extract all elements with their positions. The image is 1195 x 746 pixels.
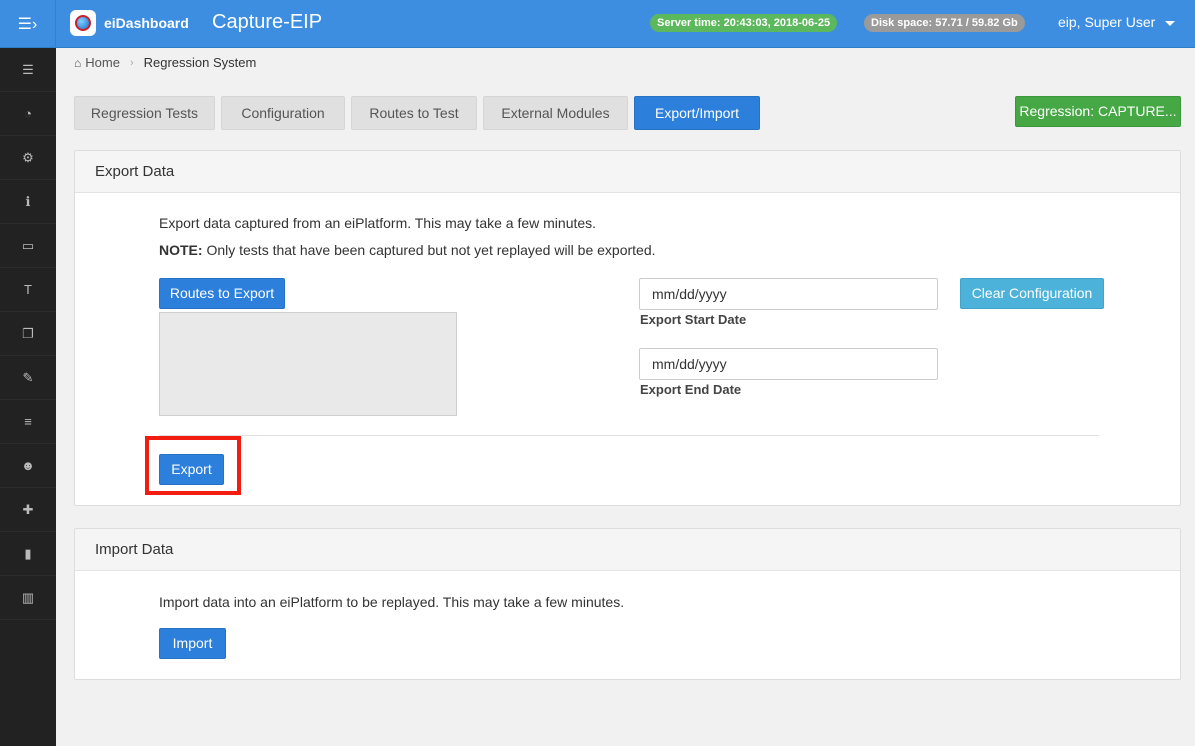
breadcrumb-home-label: Home	[85, 55, 120, 70]
export-end-date-label: Export End Date	[640, 382, 742, 397]
export-description: Export data captured from an eiPlatform.…	[159, 215, 597, 231]
tab-regression-tests[interactable]: Regression Tests	[74, 96, 215, 130]
sidebar-item-bar-chart[interactable]: ▥	[0, 576, 56, 620]
export-end-date-input[interactable]	[639, 348, 938, 380]
divider	[159, 435, 1099, 436]
info-icon: ℹ	[25, 193, 31, 209]
user-menu[interactable]: eip, Super User	[1058, 14, 1176, 30]
chevron-right-icon: ›	[129, 56, 134, 69]
brand[interactable]: eiDashboard	[70, 10, 189, 36]
list-icon: ☰	[22, 61, 34, 77]
menu-toggle-button[interactable]: ☰›	[0, 0, 56, 48]
tab-external-modules[interactable]: External Modules	[483, 96, 628, 130]
export-button[interactable]: Export	[159, 454, 224, 485]
top-navbar: ☰› eiDashboard Capture-EIP Server time: …	[0, 0, 1195, 48]
home-icon: ⌂	[74, 55, 82, 70]
file-icon: ▮	[24, 545, 32, 561]
caret-down-icon	[1165, 20, 1176, 26]
puzzle-icon: ✚	[22, 501, 34, 517]
export-start-date-label: Export Start Date	[640, 312, 747, 327]
app-title: Capture-EIP	[212, 11, 323, 33]
sidebar-item-cogs[interactable]: ⚙	[0, 136, 56, 180]
tab-routes-to-test[interactable]: Routes to Test	[351, 96, 477, 130]
tab-export-import[interactable]: Export/Import	[634, 96, 760, 130]
export-start-date-input[interactable]	[639, 278, 938, 310]
routes-list-box[interactable]	[159, 312, 457, 416]
breadcrumb-current: Regression System	[143, 55, 257, 70]
desktop-icon: ▭	[21, 237, 35, 253]
clear-configuration-button[interactable]: Clear Configuration	[960, 278, 1104, 309]
bar-chart-icon: ▥	[21, 589, 35, 605]
users-icon: ☻	[21, 458, 35, 473]
server-time-badge: Server time: 20:43:03, 2018-06-25	[650, 14, 838, 32]
sidebar: ☰ ◔ ⚙ ℹ ▭ T ❐ ✎ ≡ ☻ ✚ ▮ ▥	[0, 48, 56, 746]
sidebar-item-list-ul[interactable]: ≡	[0, 400, 56, 444]
brand-logo-icon	[70, 10, 96, 36]
note-label: NOTE:	[159, 242, 203, 258]
breadcrumb-home[interactable]: ⌂ Home	[74, 55, 120, 70]
edit-icon: ✎	[22, 369, 34, 385]
note-text: Only tests that have been captured but n…	[202, 242, 656, 258]
export-panel-title: Export Data	[75, 151, 1180, 193]
dashboard-icon: ◔	[24, 106, 32, 121]
import-description: Import data into an eiPlatform to be rep…	[159, 594, 625, 610]
list-ul-icon: ≡	[24, 414, 32, 429]
sidebar-item-copy[interactable]: ❐	[0, 312, 56, 356]
text-icon: T	[24, 282, 32, 297]
import-panel-title: Import Data	[75, 529, 1180, 571]
hamburger-icon: ☰›	[17, 16, 38, 33]
sidebar-item-file[interactable]: ▮	[0, 532, 56, 576]
routes-to-export-button[interactable]: Routes to Export	[159, 278, 285, 309]
sidebar-item-edit[interactable]: ✎	[0, 356, 56, 400]
breadcrumb: ⌂ Home › Regression System	[74, 55, 256, 70]
sidebar-item-users[interactable]: ☻	[0, 444, 56, 488]
sidebar-item-dashboard[interactable]: ◔	[0, 92, 56, 136]
sidebar-item-list[interactable]: ☰	[0, 48, 56, 92]
import-data-panel: Import Data Import data into an eiPlatfo…	[74, 528, 1181, 680]
export-note: NOTE: Only tests that have been captured…	[159, 242, 656, 258]
export-data-panel: Export Data Export data captured from an…	[74, 150, 1181, 506]
user-name: eip, Super User	[1058, 14, 1156, 30]
tab-configuration[interactable]: Configuration	[221, 96, 345, 130]
sidebar-item-desktop[interactable]: ▭	[0, 224, 56, 268]
brand-name: eiDashboard	[104, 15, 189, 31]
copy-icon: ❐	[22, 325, 34, 341]
import-button[interactable]: Import	[159, 628, 226, 659]
sidebar-item-puzzle[interactable]: ✚	[0, 488, 56, 532]
cogs-icon: ⚙	[22, 149, 34, 165]
regression-status-button[interactable]: Regression: CAPTURE...	[1015, 96, 1181, 127]
sidebar-item-text[interactable]: T	[0, 268, 56, 312]
disk-space-badge: Disk space: 57.71 / 59.82 Gb	[864, 14, 1025, 32]
sidebar-item-info[interactable]: ℹ	[0, 180, 56, 224]
